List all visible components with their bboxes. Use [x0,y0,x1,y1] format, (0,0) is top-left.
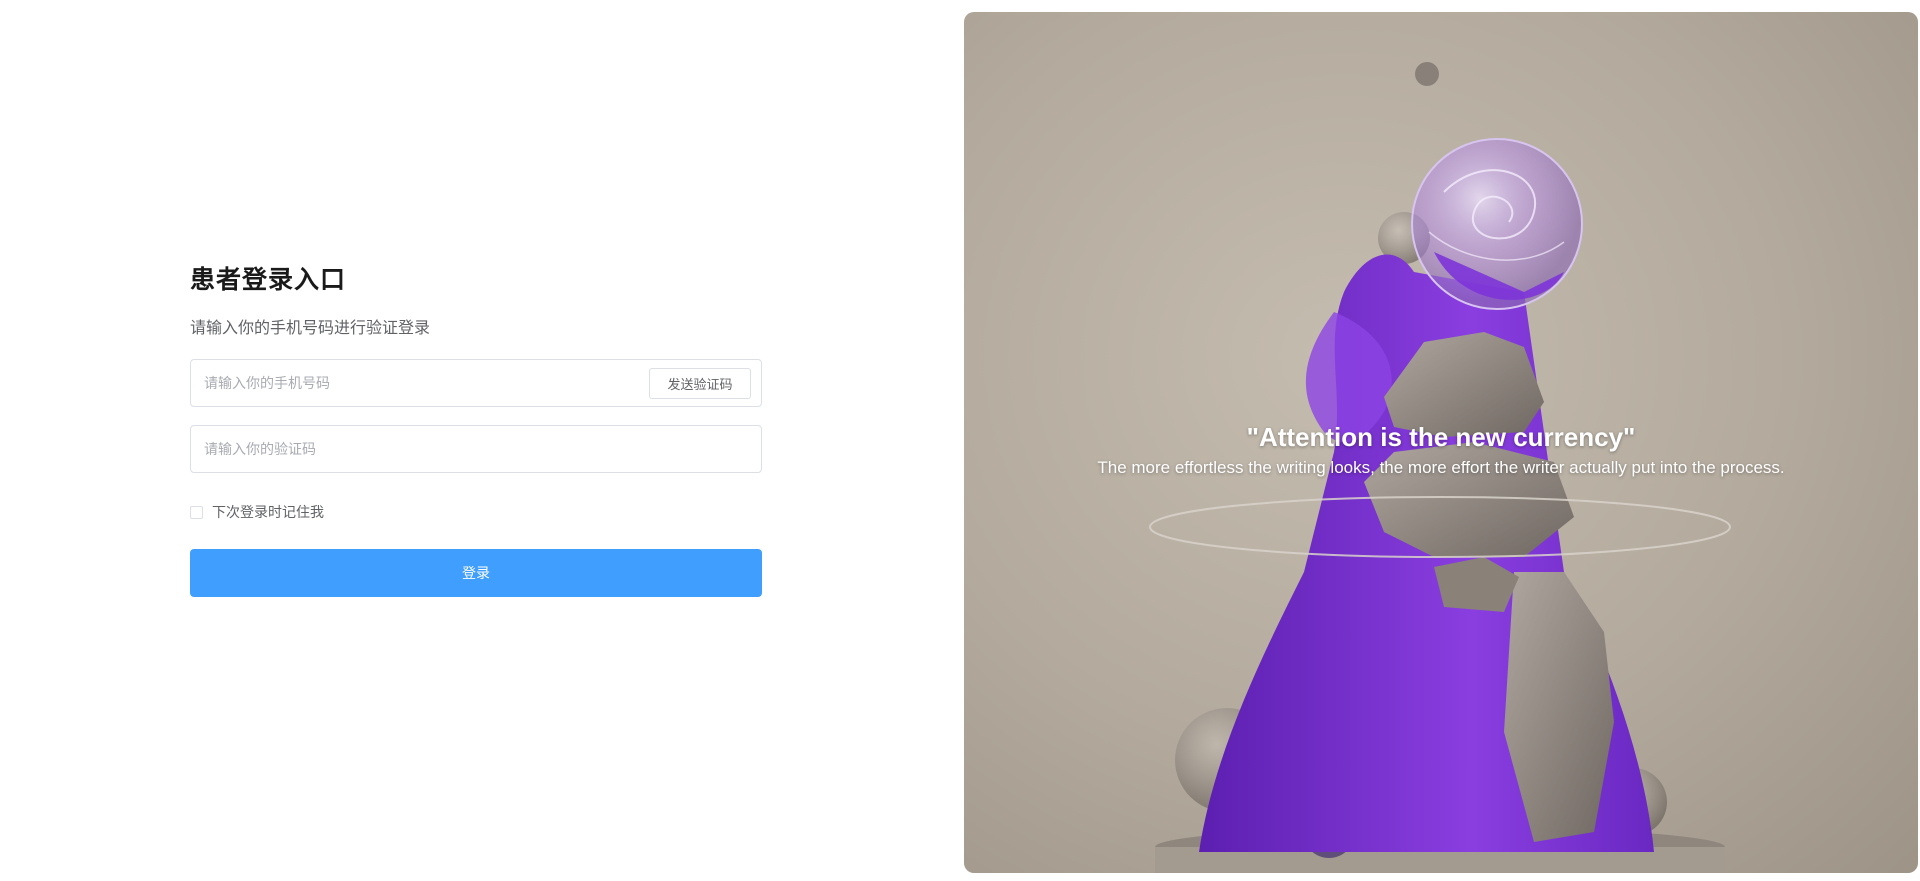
code-field [190,425,762,473]
send-code-button[interactable]: 发送验证码 [649,367,751,399]
login-panel: 患者登录入口 请输入你的手机号码进行验证登录 发送验证码 下次登录时记住我 登录 [190,262,762,597]
page-subtitle: 请输入你的手机号码进行验证登录 [190,320,431,337]
hero-image-panel: "Attention is the new currency" The more… [964,12,1918,873]
quote-text: The more effortless the writing looks, t… [1097,458,1785,477]
remember-me: 下次登录时记住我 [190,502,762,522]
small-sphere [1415,62,1439,86]
remember-me-checkbox[interactable] [190,505,203,519]
remember-me-label[interactable]: 下次登录时记住我 [212,502,324,522]
phone-field: 发送验证码 [190,359,762,407]
verification-code-input[interactable] [202,440,750,458]
page-title: 患者登录入口 [190,266,347,294]
login-button[interactable]: 登录 [190,549,762,597]
phone-input[interactable] [202,374,649,392]
quote-title: "Attention is the new currency" [1246,422,1636,452]
